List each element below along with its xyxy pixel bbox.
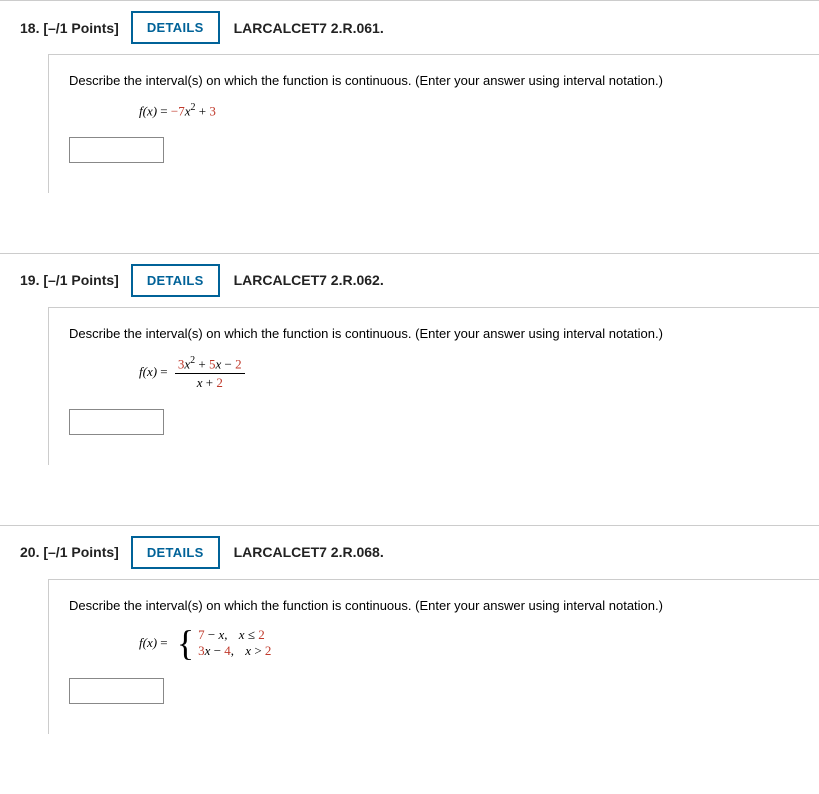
question-formula: f(x) = −7x2 + 3 xyxy=(139,102,799,119)
formula-eq: = xyxy=(160,364,171,379)
cond-op: > xyxy=(254,643,261,658)
den-const: 2 xyxy=(216,375,223,390)
question-header: 20. [–/1 Points] DETAILS LARCALCET7 2.R.… xyxy=(0,526,819,579)
question-block: 19. [–/1 Points] DETAILS LARCALCET7 2.R.… xyxy=(0,253,819,465)
case-row: 7 − x, x ≤ 2 xyxy=(198,627,265,642)
question-number-points: 19. [–/1 Points] xyxy=(20,272,119,288)
formula-const: 3 xyxy=(209,103,216,118)
formula-coef: −7 xyxy=(171,103,185,118)
question-number: 19. xyxy=(20,272,39,288)
question-header: 19. [–/1 Points] DETAILS LARCALCET7 2.R.… xyxy=(0,254,819,307)
case-op: − xyxy=(208,627,215,642)
cond-var: x xyxy=(239,627,245,642)
question-source: LARCALCET7 2.R.061. xyxy=(234,20,384,36)
formula-op: + xyxy=(199,103,210,118)
question-body: Describe the interval(s) on which the fu… xyxy=(48,307,819,465)
question-prompt: Describe the interval(s) on which the fu… xyxy=(69,326,799,341)
details-button[interactable]: DETAILS xyxy=(131,11,220,44)
case-row: 3x − 4, x > 2 xyxy=(198,643,271,658)
question-number: 18. xyxy=(20,20,39,36)
question-prompt: Describe the interval(s) on which the fu… xyxy=(69,73,799,88)
case-condition: x > 2 xyxy=(245,643,271,660)
question-header: 18. [–/1 Points] DETAILS LARCALCET7 2.R.… xyxy=(0,1,819,54)
piecewise: { 7 − x, x ≤ 2 3x − xyxy=(177,627,272,661)
case-comma: , xyxy=(224,627,227,642)
den-op: + xyxy=(206,375,213,390)
case-var: x xyxy=(205,643,211,658)
question-number-points: 18. [–/1 Points] xyxy=(20,20,119,36)
question-body: Describe the interval(s) on which the fu… xyxy=(48,54,819,193)
question-formula: f(x) = { 7 − x, x ≤ 2 xyxy=(139,627,799,661)
brace-icon: { xyxy=(177,627,194,659)
details-button[interactable]: DETAILS xyxy=(131,536,220,569)
answer-input[interactable] xyxy=(69,678,164,704)
case-condition: x ≤ 2 xyxy=(239,627,265,644)
answer-input[interactable] xyxy=(69,137,164,163)
num-op: − xyxy=(225,356,232,371)
case-op: − xyxy=(214,643,221,658)
formula-eq: = xyxy=(160,634,171,649)
question-block: 18. [–/1 Points] DETAILS LARCALCET7 2.R.… xyxy=(0,0,819,193)
question-prompt: Describe the interval(s) on which the fu… xyxy=(69,598,799,613)
question-block: 20. [–/1 Points] DETAILS LARCALCET7 2.R.… xyxy=(0,525,819,735)
cond-const: 2 xyxy=(265,643,272,658)
question-points: [–/1 Points] xyxy=(43,20,118,36)
question-formula: f(x) = 3x2 + 5x − 2 x + 2 xyxy=(139,355,799,391)
question-number-points: 20. [–/1 Points] xyxy=(20,544,119,560)
question-number: 20. xyxy=(20,544,39,560)
num-sup: 2 xyxy=(190,355,195,366)
details-button[interactable]: DETAILS xyxy=(131,264,220,297)
answer-input[interactable] xyxy=(69,409,164,435)
piecewise-cases: 7 − x, x ≤ 2 3x − 4, xyxy=(198,627,271,661)
case-coef: 7 xyxy=(198,627,205,642)
formula-lhs: f(x) xyxy=(139,364,157,379)
case-comma: , xyxy=(231,643,234,658)
formula-lhs: f(x) xyxy=(139,103,157,118)
formula-fraction: 3x2 + 5x − 2 x + 2 xyxy=(175,355,245,391)
formula-sup: 2 xyxy=(191,102,196,113)
num-op: + xyxy=(198,356,205,371)
cond-var: x xyxy=(245,643,251,658)
question-source: LARCALCET7 2.R.068. xyxy=(234,544,384,560)
question-points: [–/1 Points] xyxy=(43,272,118,288)
den-var: x xyxy=(197,375,203,390)
cond-const: 2 xyxy=(258,627,265,642)
question-points: [–/1 Points] xyxy=(43,544,118,560)
num-const: 2 xyxy=(235,356,242,371)
num-var: x xyxy=(216,356,222,371)
formula-eq: = xyxy=(160,103,171,118)
question-body: Describe the interval(s) on which the fu… xyxy=(48,579,819,735)
cond-op: ≤ xyxy=(248,627,255,642)
formula-lhs: f(x) xyxy=(139,634,157,649)
question-source: LARCALCET7 2.R.062. xyxy=(234,272,384,288)
fraction-denominator: x + 2 xyxy=(175,374,245,390)
fraction-numerator: 3x2 + 5x − 2 xyxy=(175,355,245,375)
